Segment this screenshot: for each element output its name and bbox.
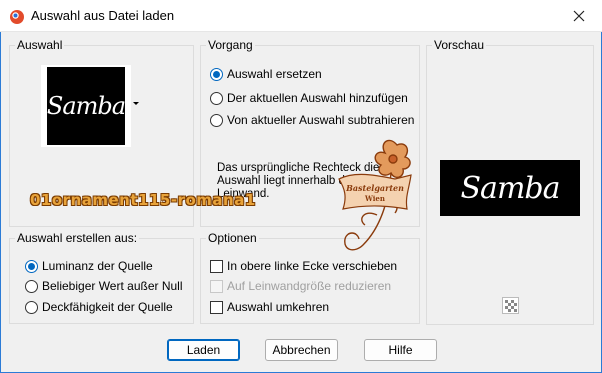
radio-indicator: [210, 113, 223, 127]
load-button[interactable]: Laden: [167, 339, 240, 361]
radio-add-to-selection[interactable]: Der aktuellen Auswahl hinzufügen: [210, 91, 408, 105]
preview-image: Samba: [440, 160, 580, 216]
checkbox-label: Auswahl umkehren: [227, 300, 330, 314]
checkbox-clip-to-canvas: Auf Leinwandgröße reduzieren: [210, 279, 391, 293]
window-title: Auswahl aus Datei laden: [31, 8, 175, 23]
radio-any-nonzero[interactable]: Beliebiger Wert außer Null: [25, 279, 183, 293]
thumbnail-samba-text: Samba: [46, 92, 126, 120]
watermark-badge-line2: Wien: [364, 194, 385, 203]
group-vorschau-label: Vorschau: [432, 38, 487, 52]
radio-label: Auswahl ersetzen: [227, 67, 322, 81]
checkbox-move-top-left[interactable]: In obere linke Ecke verschieben: [210, 259, 397, 273]
radio-label: Von aktueller Auswahl subtrahieren: [227, 113, 415, 127]
watermark-text: 01ornament115-romana1: [30, 191, 256, 209]
help-button[interactable]: Hilfe: [364, 339, 437, 361]
radio-source-opacity[interactable]: Deckfähigkeit der Quelle: [25, 300, 173, 314]
cancel-button[interactable]: Abbrechen: [265, 339, 338, 361]
radio-label: Beliebiger Wert außer Null: [42, 279, 183, 293]
radio-label: Deckfähigkeit der Quelle: [42, 300, 173, 314]
radio-subtract-from-selection[interactable]: Von aktueller Auswahl subtrahieren: [210, 113, 414, 127]
group-auswahl-label: Auswahl: [15, 38, 65, 52]
radio-source-luminance[interactable]: Luminanz der Quelle: [25, 259, 153, 273]
radio-label: Der aktuellen Auswahl hinzufügen: [227, 91, 408, 105]
radio-label: Luminanz der Quelle: [42, 259, 153, 273]
watermark-badge-line1: Bastelgarten: [345, 183, 404, 193]
checkbox-label: Auf Leinwandgröße reduzieren: [227, 279, 392, 293]
group-optionen-label: Optionen: [206, 231, 259, 245]
group-vorgang-label: Vorgang: [206, 38, 255, 52]
checkbox-invert-selection[interactable]: Auswahl umkehren: [210, 300, 329, 314]
checkbox-indicator: [210, 300, 223, 314]
group-create-from-label: Auswahl erstellen aus:: [15, 231, 140, 245]
radio-replace-selection[interactable]: Auswahl ersetzen: [210, 67, 322, 81]
thumbnail-image: Samba: [46, 67, 126, 145]
radio-indicator: [25, 300, 38, 314]
close-icon: [573, 10, 585, 22]
radio-indicator: [210, 91, 223, 105]
thumbnail-dropdown-arrow-icon[interactable]: [133, 102, 139, 105]
radio-indicator: [210, 67, 223, 81]
radio-indicator: [25, 279, 38, 293]
checkbox-indicator: [210, 259, 223, 273]
title-bar: Auswahl aus Datei laden: [0, 0, 602, 32]
preview-samba-text: Samba: [460, 170, 561, 206]
selection-thumbnail[interactable]: Samba: [41, 65, 131, 147]
checkbox-label: In obere linke Ecke verschieben: [227, 259, 398, 273]
app-icon: [10, 10, 24, 24]
radio-indicator: [25, 259, 38, 273]
transparency-toggle-icon[interactable]: [502, 297, 519, 314]
checkbox-indicator: [210, 279, 223, 293]
ornament-watermark-icon: Bastelgarten Wien: [338, 139, 412, 251]
close-button[interactable]: [556, 0, 602, 32]
